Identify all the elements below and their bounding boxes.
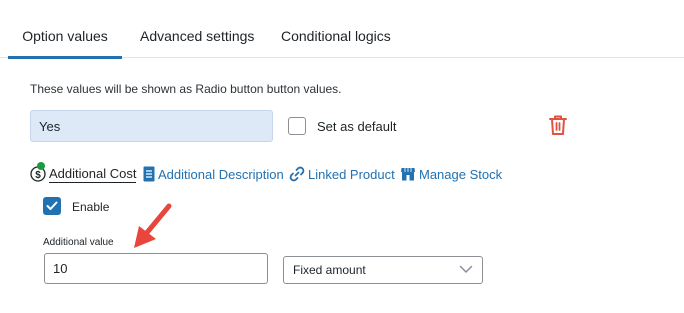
document-icon: [143, 166, 155, 182]
set-default-checkbox[interactable]: [288, 117, 306, 135]
tab-advanced-settings[interactable]: Advanced settings: [140, 0, 254, 58]
enable-label: Enable: [72, 200, 110, 214]
tab-conditional-logics[interactable]: Conditional logics: [281, 0, 391, 58]
subtab-linked-product[interactable]: Linked Product: [289, 163, 395, 185]
subtab-additional-description[interactable]: Additional Description: [143, 163, 284, 185]
annotation-arrow: [134, 203, 172, 248]
tab-option-values[interactable]: Option values: [8, 0, 122, 59]
subtab-linked-product-label: Linked Product: [308, 166, 395, 182]
additional-value-label: Additional value: [43, 237, 114, 248]
dollar-icon: $: [30, 162, 46, 182]
status-dot: [37, 162, 45, 170]
subtab-additional-cost-label: Additional Cost: [49, 166, 137, 183]
check-icon: [46, 201, 58, 210]
option-values-description: These values will be shown as Radio butt…: [30, 82, 342, 96]
price-type-select[interactable]: Fixed amount: [283, 256, 483, 284]
enable-checkbox[interactable]: [43, 197, 61, 215]
subtab-manage-stock[interactable]: Manage Stock: [400, 163, 502, 185]
set-default-label: Set as default: [317, 119, 397, 134]
svg-text:$: $: [35, 170, 41, 181]
chevron-down-icon: [459, 265, 473, 273]
store-icon: [401, 168, 415, 181]
trash-icon[interactable]: [548, 114, 568, 136]
subtab-additional-description-label: Additional Description: [158, 166, 284, 182]
option-value-input[interactable]: [30, 110, 273, 142]
price-type-select-value: Fixed amount: [293, 263, 366, 277]
additional-value-input[interactable]: [44, 253, 268, 284]
link-icon: [289, 166, 305, 182]
tab-bar: Option values Advanced settings Conditio…: [0, 0, 684, 59]
subtab-additional-cost[interactable]: $ Additional Cost: [30, 162, 137, 185]
subtab-manage-stock-label: Manage Stock: [419, 166, 503, 182]
